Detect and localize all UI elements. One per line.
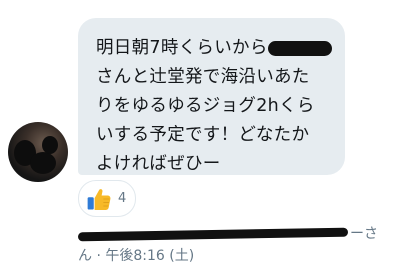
reaction-button[interactable]: 4 [78,180,136,217]
message-line: りをゆるゆるジョグ2hくら [96,96,315,116]
timestamp: ん · 午後8:16 (土) [78,248,195,264]
sender-avatar[interactable] [8,122,68,182]
message-meta: ーさ ん · 午後8:16 (土) [77,223,408,267]
thumbs-up-icon [87,188,111,210]
redacted-name [267,40,332,56]
message-line: 明日朝7時くらいから [96,34,332,63]
message-line: よければぜひー [96,154,221,174]
reaction-count: 4 [118,191,127,206]
message-line: さんと辻堂発で海沿いあた [96,67,310,87]
message-text: 明日朝7時くらいから [96,38,268,58]
dm-conversation: 明日朝7時くらいから さんと辻堂発で海沿いあた りをゆるゆるジョグ2hくら いす… [0,0,415,269]
message-line: いする予定です！どなたか [96,125,310,145]
redacted-sender-name [77,227,349,241]
sender-name-tail: ーさ [350,226,378,242]
message-bubble[interactable]: 明日朝7時くらいから さんと辻堂発で海沿いあた りをゆるゆるジョグ2hくら いす… [78,18,345,175]
